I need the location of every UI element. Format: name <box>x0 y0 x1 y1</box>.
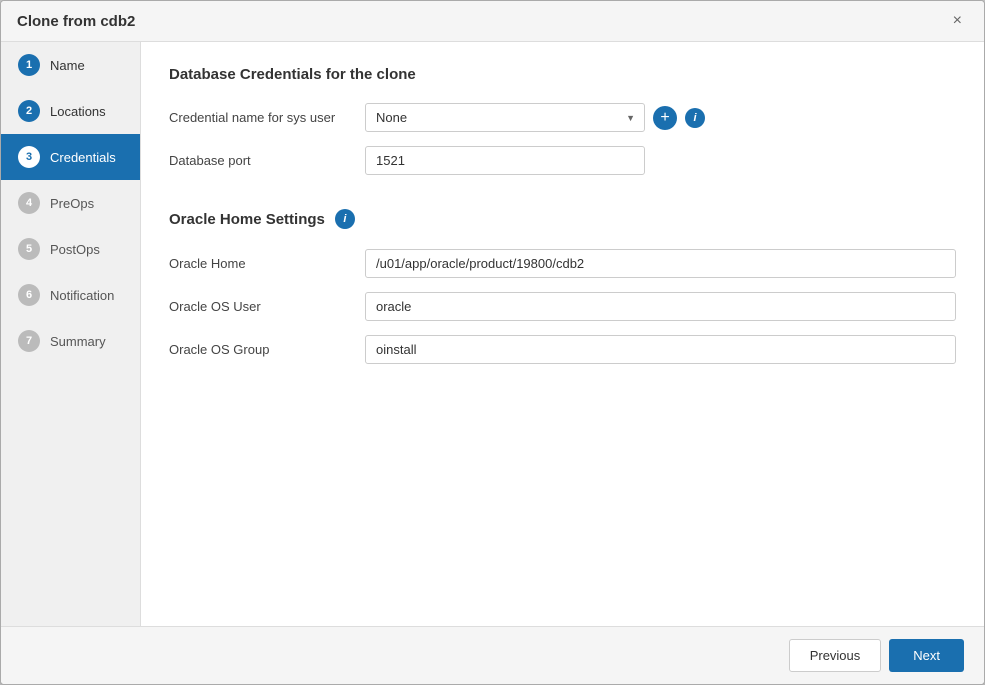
oracle-os-user-group: Oracle OS User <box>169 292 956 321</box>
credential-select-wrapper: None + i <box>365 103 705 132</box>
oracle-home-info-icon[interactable]: i <box>335 209 355 229</box>
clone-dialog: Clone from cdb2 × 1 Name 2 Locations 3 C… <box>0 0 985 685</box>
sidebar-item-postops[interactable]: 5 PostOps <box>1 226 140 272</box>
db-credentials-title: Database Credentials for the clone <box>169 66 956 83</box>
step-badge-1: 1 <box>18 54 40 76</box>
add-credential-button[interactable]: + <box>653 106 677 130</box>
oracle-os-group-label: Oracle OS Group <box>169 342 349 357</box>
step-badge-5: 5 <box>18 238 40 260</box>
credential-info-icon[interactable]: i <box>685 108 705 128</box>
sidebar-item-notification[interactable]: 6 Notification <box>1 272 140 318</box>
sidebar-label-credentials: Credentials <box>50 150 116 165</box>
oracle-home-label: Oracle Home <box>169 256 349 271</box>
sidebar-item-locations[interactable]: 2 Locations <box>1 88 140 134</box>
sidebar-item-summary[interactable]: 7 Summary <box>1 318 140 364</box>
sidebar-label-locations: Locations <box>50 104 106 119</box>
sidebar-item-preops[interactable]: 4 PreOps <box>1 180 140 226</box>
oracle-home-group: Oracle Home <box>169 249 956 278</box>
section-spacer <box>169 189 956 209</box>
db-port-group: Database port <box>169 146 956 175</box>
oracle-home-section-header: Oracle Home Settings i <box>169 209 956 229</box>
sidebar-label-notification: Notification <box>50 288 114 303</box>
sidebar-item-credentials[interactable]: 3 Credentials <box>1 134 140 180</box>
dialog-body: 1 Name 2 Locations 3 Credentials 4 PreOp… <box>1 42 984 626</box>
sidebar: 1 Name 2 Locations 3 Credentials 4 PreOp… <box>1 42 141 626</box>
oracle-os-user-label: Oracle OS User <box>169 299 349 314</box>
step-badge-7: 7 <box>18 330 40 352</box>
credential-select-container: None <box>365 103 645 132</box>
step-badge-2: 2 <box>18 100 40 122</box>
next-button[interactable]: Next <box>889 639 964 672</box>
oracle-home-input[interactable] <box>365 249 956 278</box>
oracle-os-group-input[interactable] <box>365 335 956 364</box>
step-badge-4: 4 <box>18 192 40 214</box>
credential-name-label: Credential name for sys user <box>169 110 349 125</box>
sidebar-label-postops: PostOps <box>50 242 100 257</box>
dialog-footer: Previous Next <box>1 626 984 684</box>
step-badge-3: 3 <box>18 146 40 168</box>
oracle-os-user-input[interactable] <box>365 292 956 321</box>
main-content: Database Credentials for the clone Crede… <box>141 42 984 626</box>
db-port-input[interactable] <box>365 146 645 175</box>
credential-select[interactable]: None <box>365 103 645 132</box>
sidebar-label-preops: PreOps <box>50 196 94 211</box>
credential-name-group: Credential name for sys user None + i <box>169 103 956 132</box>
oracle-os-group-group: Oracle OS Group <box>169 335 956 364</box>
oracle-home-title: Oracle Home Settings <box>169 211 325 228</box>
db-port-label: Database port <box>169 153 349 168</box>
sidebar-item-name[interactable]: 1 Name <box>1 42 140 88</box>
previous-button[interactable]: Previous <box>789 639 882 672</box>
dialog-header: Clone from cdb2 × <box>1 1 984 42</box>
sidebar-label-summary: Summary <box>50 334 106 349</box>
step-badge-6: 6 <box>18 284 40 306</box>
sidebar-label-name: Name <box>50 58 85 73</box>
close-button[interactable]: × <box>947 11 968 31</box>
dialog-title: Clone from cdb2 <box>17 13 135 30</box>
